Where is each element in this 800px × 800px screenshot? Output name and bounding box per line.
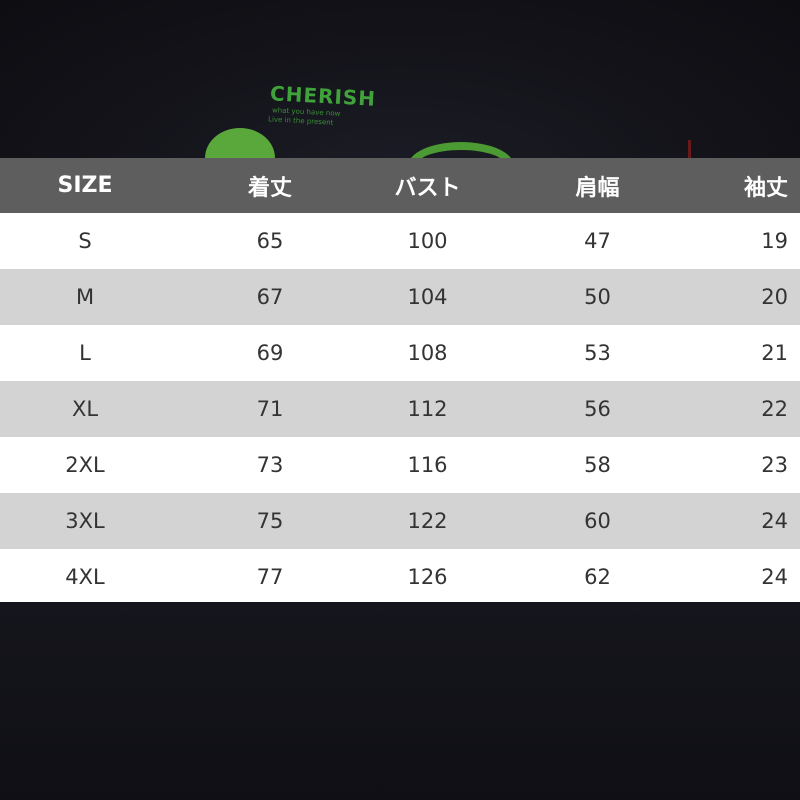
shoulder-cell: 47 xyxy=(584,229,611,253)
table-row: L 69 108 53 21 xyxy=(0,325,800,381)
sleeve-cell: 24 xyxy=(761,565,788,589)
table-header-row: SIZE 着丈 バスト 肩幅 袖丈 xyxy=(0,158,800,213)
sleeve-cell: 20 xyxy=(761,285,788,309)
shoulder-cell: 60 xyxy=(584,509,611,533)
length-cell: 69 xyxy=(256,341,284,365)
sleeve-cell: 19 xyxy=(761,229,788,253)
sleeve-cell: 22 xyxy=(761,397,788,421)
size-cell: 2XL xyxy=(65,453,105,477)
size-cell: XL xyxy=(71,397,99,421)
header-length: 着丈 xyxy=(247,175,292,201)
size-cell: 4XL xyxy=(65,565,105,589)
length-cell: 71 xyxy=(256,397,284,421)
sleeve-cell: 24 xyxy=(761,509,788,533)
bust-cell: 104 xyxy=(407,285,448,309)
product-size-chart-image: CHERISH what you have now Live in the pr… xyxy=(0,0,800,800)
bust-cell: 126 xyxy=(407,565,448,589)
size-cell: S xyxy=(78,229,92,253)
bust-cell: 108 xyxy=(407,341,448,365)
bust-cell: 116 xyxy=(407,453,448,477)
length-cell: 77 xyxy=(256,565,284,589)
size-cell: 3XL xyxy=(65,509,105,533)
table-row: 2XL 73 116 58 23 xyxy=(0,437,800,493)
length-cell: 75 xyxy=(256,509,284,533)
bust-cell: 122 xyxy=(407,509,448,533)
header-shoulder: 肩幅 xyxy=(575,175,620,201)
shoulder-cell: 53 xyxy=(584,341,611,365)
shirt-photo-top xyxy=(0,0,800,160)
table-row: 3XL 75 122 60 24 xyxy=(0,493,800,549)
bust-cell: 112 xyxy=(407,397,448,421)
shoulder-cell: 50 xyxy=(584,285,611,309)
shoulder-cell: 58 xyxy=(584,453,611,477)
header-sleeve: 袖丈 xyxy=(743,175,788,201)
bust-cell: 100 xyxy=(407,229,448,253)
size-cell: M xyxy=(75,285,95,309)
length-cell: 67 xyxy=(256,285,284,309)
header-bust: バスト xyxy=(394,175,461,201)
shoulder-cell: 62 xyxy=(584,565,611,589)
header-size: SIZE xyxy=(57,173,113,198)
sleeve-cell: 21 xyxy=(761,341,788,365)
size-table: SIZE 着丈 バスト 肩幅 袖丈 S 65 100 47 19 M 67 10… xyxy=(0,158,800,605)
table-row: XL 71 112 56 22 xyxy=(0,381,800,437)
table-row: M 67 104 50 20 xyxy=(0,269,800,325)
shoulder-cell: 56 xyxy=(584,397,611,421)
table-row: 4XL 77 126 62 24 xyxy=(0,549,800,605)
size-cell: L xyxy=(79,341,91,365)
length-cell: 73 xyxy=(256,453,284,477)
table-row: S 65 100 47 19 xyxy=(0,213,800,269)
sleeve-cell: 23 xyxy=(761,453,788,477)
shirt-photo-bottom xyxy=(0,602,800,800)
shirt-print-accent xyxy=(688,140,691,160)
length-cell: 65 xyxy=(256,229,284,253)
